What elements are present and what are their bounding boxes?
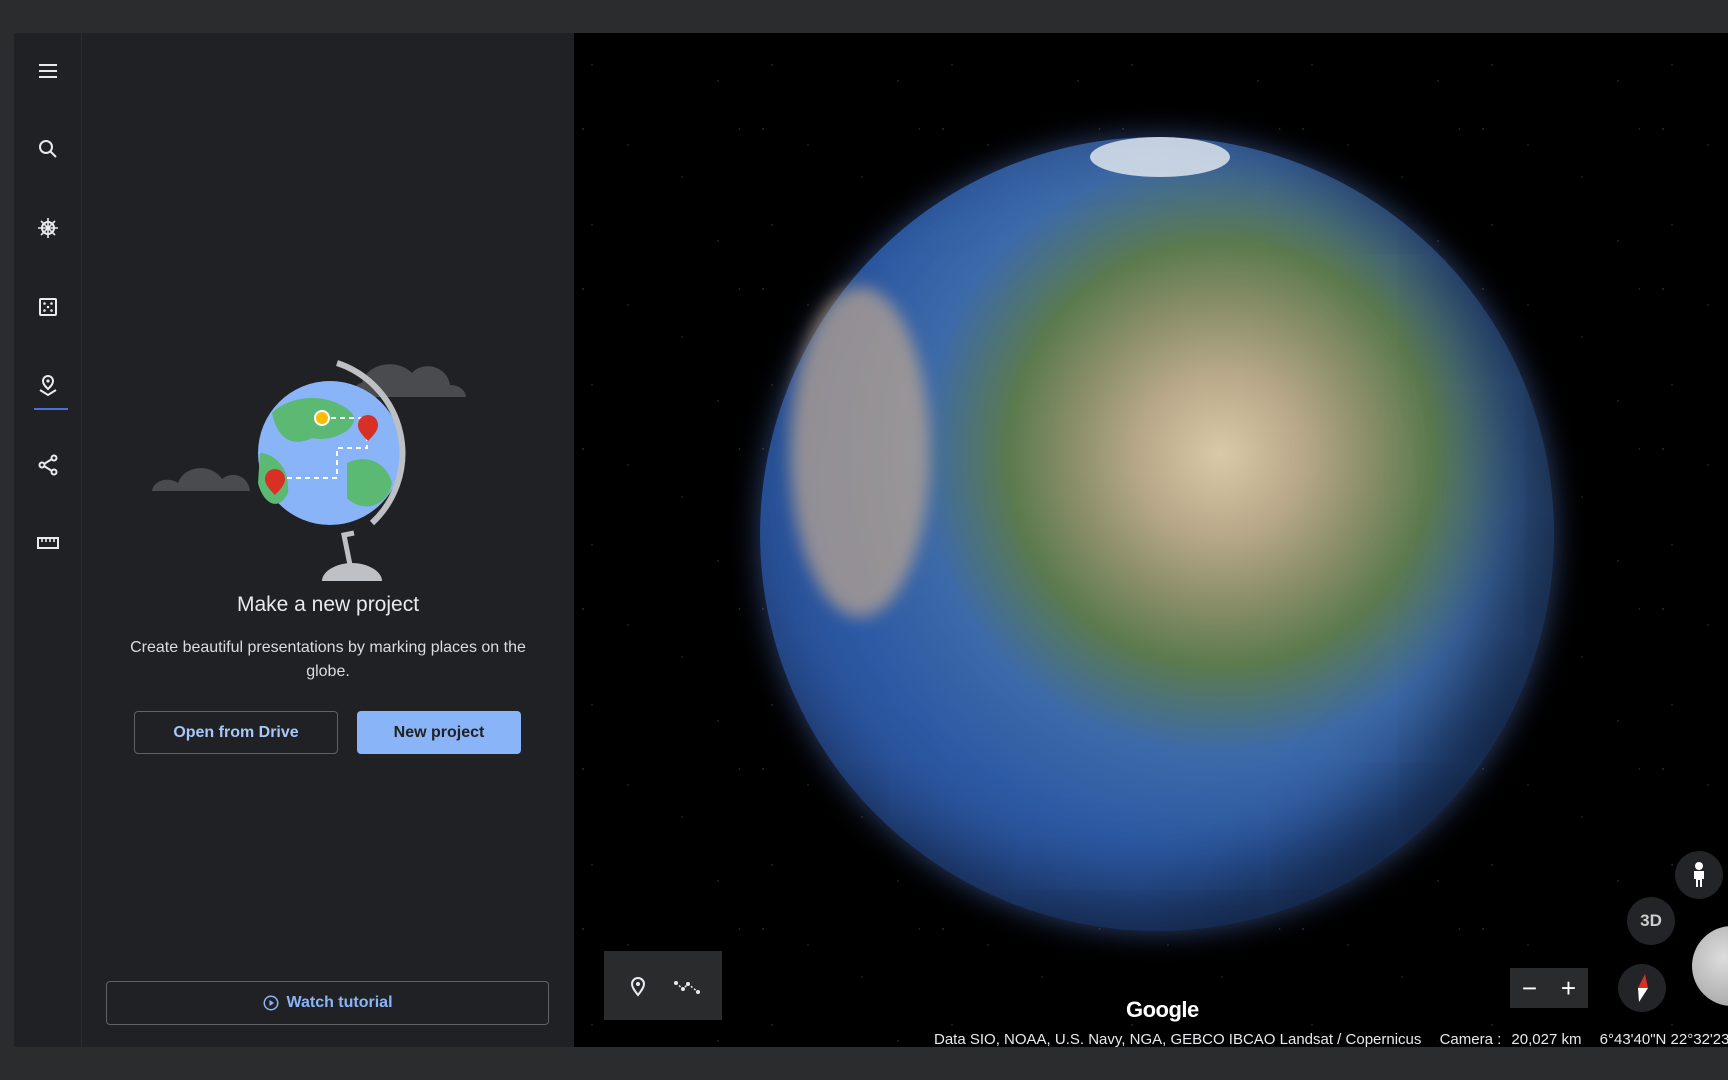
watch-tutorial-label: Watch tutorial (286, 994, 393, 1011)
camera-label: Camera : (1439, 1031, 1502, 1047)
empty-state-title: Make a new project (236, 593, 420, 616)
dice-icon (39, 298, 57, 316)
placemark-toolbar (604, 951, 722, 1020)
zoom-out-button[interactable]: − (1522, 973, 1537, 1004)
pegman-button[interactable] (1675, 851, 1723, 899)
ship-wheel-icon (38, 218, 58, 238)
ruler-icon (37, 537, 59, 549)
watch-tutorial-button[interactable]: Watch tutorial (106, 981, 549, 1025)
share-icon (38, 454, 58, 476)
map-pin-icon (39, 375, 57, 397)
voyager-button[interactable] (28, 208, 68, 248)
earth-globe[interactable] (760, 137, 1554, 931)
compass-icon (1638, 974, 1648, 1002)
feeling-lucky-button[interactable] (28, 287, 68, 327)
draw-path-icon[interactable] (673, 974, 701, 998)
menu-button[interactable] (28, 51, 68, 91)
camera-distance: 20,027 km (1511, 1031, 1582, 1047)
new-project-button[interactable]: New project (357, 711, 521, 754)
empty-state-description: Create beautiful presentations by markin… (130, 639, 526, 680)
search-button[interactable] (28, 129, 68, 169)
zoom-in-button[interactable]: + (1561, 973, 1576, 1004)
coordinates: 6°43'40"N 22°32'23 (1599, 1031, 1728, 1047)
compass-button[interactable] (1618, 964, 1666, 1012)
projects-button[interactable] (28, 366, 68, 410)
open-from-drive-button[interactable]: Open from Drive (134, 711, 338, 754)
nav-rail (14, 33, 82, 1047)
3d-toggle-button[interactable]: 3D (1627, 897, 1675, 945)
projects-panel: Make a new project Create beautiful pres… (82, 33, 574, 1047)
pegman-icon (1694, 862, 1704, 887)
play-circle-icon (263, 995, 279, 1011)
status-bar: Data SIO, NOAA, U.S. Navy, NGA, GEBCO IB… (934, 1029, 1728, 1047)
hamburger-icon (39, 64, 57, 78)
zoom-control: − + (1510, 968, 1588, 1008)
earth-map-view[interactable]: Google Data SIO, NOAA, U.S. Navy, NGA, G… (574, 33, 1728, 1047)
google-logo: Google (1126, 997, 1199, 1022)
search-icon (39, 140, 57, 158)
add-placemark-icon[interactable] (626, 974, 650, 998)
active-indicator (34, 408, 68, 410)
share-button[interactable] (28, 445, 68, 485)
attribution: Data SIO, NOAA, U.S. Navy, NGA, GEBCO IB… (934, 1031, 1422, 1047)
globe-illustration-icon (152, 360, 466, 581)
measure-button[interactable] (28, 523, 68, 563)
